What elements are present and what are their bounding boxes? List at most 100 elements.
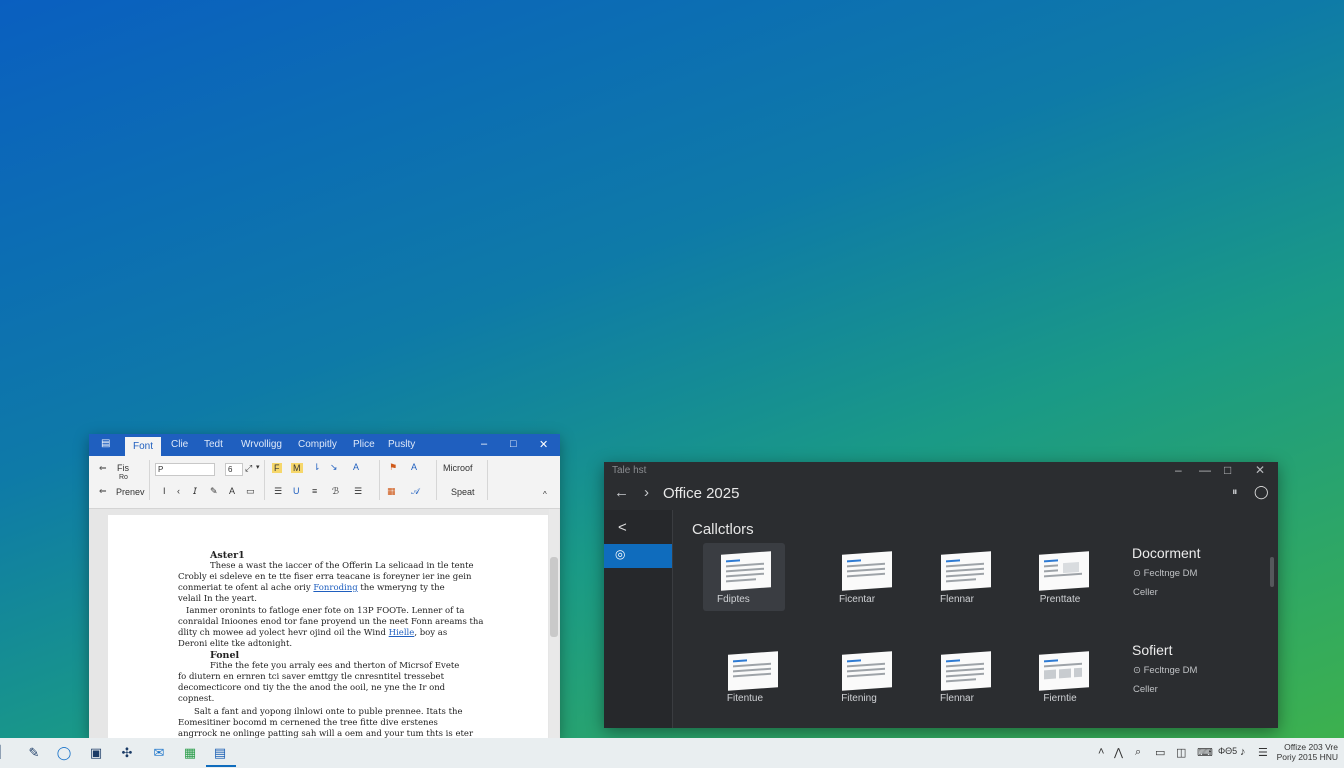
arrow-icon[interactable]: ↘: [330, 462, 338, 473]
right-panel-title[interactable]: Docorment: [1132, 545, 1200, 561]
text-effects-icon[interactable]: A: [411, 462, 417, 472]
text-a-icon[interactable]: A: [229, 486, 235, 496]
sidebar-item-selected[interactable]: ◎: [604, 544, 672, 568]
wifi-icon[interactable]: ⋀: [1114, 746, 1123, 759]
document-page[interactable]: Aster1 These a wast the iaccer of the Of…: [108, 515, 548, 738]
chevron-left-icon[interactable]: ‹: [177, 486, 180, 496]
pointer-icon[interactable]: ⇂: [313, 462, 321, 473]
file-tile[interactable]: Fdiptes: [703, 543, 785, 611]
font-name-box[interactable]: P: [155, 463, 215, 476]
tab-font[interactable]: Font: [125, 437, 162, 456]
maximize-button[interactable]: □: [1224, 463, 1231, 477]
align-center-icon[interactable]: ≡: [312, 486, 317, 496]
italic-icon[interactable]: 𝘐: [193, 486, 197, 497]
pen-icon[interactable]: ✎: [210, 486, 218, 497]
tray-label[interactable]: ΦΘ5: [1218, 746, 1237, 756]
font-color-icon[interactable]: A: [353, 462, 359, 472]
file-tile[interactable]: Fitening: [826, 643, 908, 711]
document-line: fo diutern en ernren tci saver emttgy tl…: [178, 672, 445, 682]
text-highlight-icon[interactable]: 𝒜: [411, 486, 420, 497]
restore-button[interactable]: —: [1199, 463, 1211, 477]
file-tile[interactable]: Flennar: [925, 643, 1007, 711]
close-button[interactable]: ✕: [1255, 463, 1265, 477]
taskbar-clock[interactable]: Offize 203 Vre Poriy 2015 HNU: [1277, 742, 1338, 762]
office-window-title: Tale hst: [612, 465, 647, 476]
back-arrow-icon[interactable]: ←: [614, 484, 629, 501]
tab-clie[interactable]: Clie: [171, 439, 188, 450]
right-panel-sub: Celler: [1133, 587, 1158, 598]
bold-icon[interactable]: I: [163, 486, 166, 496]
minimize-button[interactable]: –: [1175, 463, 1182, 477]
ribbon-collapse-button[interactable]: ^: [543, 490, 547, 499]
file-tile-label: Fierntie: [1043, 693, 1077, 704]
file-tile[interactable]: Prenttate: [1025, 543, 1107, 611]
align-justify-icon[interactable]: ☰: [354, 486, 362, 497]
document-text: conmeriat te ofent al ache oriy: [178, 583, 311, 593]
speaker-icon[interactable]: ♪: [1240, 746, 1246, 758]
mail-icon[interactable]: ✉: [151, 745, 167, 761]
file-tile[interactable]: Ficentar: [826, 543, 908, 611]
pen-icon[interactable]: ✎: [26, 745, 42, 761]
ribbon-item-speat[interactable]: Speat: [451, 487, 475, 497]
chevron-up-icon[interactable]: ˄: [1098, 746, 1104, 758]
file-tile[interactable]: Fierntie: [1025, 643, 1107, 711]
cortana-icon[interactable]: ◯: [56, 745, 72, 761]
forward-arrow-icon[interactable]: ›: [644, 484, 649, 501]
document-link[interactable]: Hielle: [389, 628, 415, 638]
tab-compitly[interactable]: Compitly: [298, 439, 337, 450]
tab-puslty[interactable]: Puslty: [388, 439, 415, 450]
align-left-icon[interactable]: ☰: [274, 486, 282, 497]
active-app-indicator: [206, 765, 236, 767]
file-tile[interactable]: Flennar: [925, 543, 1007, 611]
notes-icon[interactable]: ▣: [88, 745, 104, 761]
file-tile[interactable]: Fitentue: [712, 643, 794, 711]
document-icon: [842, 651, 892, 691]
word-icon[interactable]: ▤: [212, 745, 228, 761]
office-scrollbar[interactable]: [1270, 557, 1274, 587]
right-panel-title[interactable]: Sofiert: [1132, 642, 1172, 658]
close-button[interactable]: ✕: [539, 438, 548, 451]
notification-icon[interactable]: ☰: [1258, 746, 1268, 759]
font-size-box[interactable]: 6: [225, 463, 243, 476]
network-icon[interactable]: ◫: [1176, 746, 1186, 759]
document-icon: [728, 651, 778, 691]
clock-icon: ⊙: [1133, 665, 1141, 676]
file-tile-label: Fitening: [841, 693, 877, 704]
format-f-icon[interactable]: F: [272, 463, 282, 473]
maximize-button[interactable]: □: [510, 438, 517, 450]
styles-icon[interactable]: ⚑: [389, 462, 397, 473]
ribbon-item-microof[interactable]: Microof: [443, 463, 473, 473]
pause-icon[interactable]: ⏸: [1232, 486, 1238, 499]
undo-icon[interactable]: ⇐: [99, 463, 107, 474]
file-tile-label: Ficentar: [838, 594, 876, 605]
paint-icon[interactable]: ▦: [387, 486, 396, 497]
battery-icon[interactable]: ▭: [1155, 746, 1165, 759]
ribbon-item-prenev[interactable]: Prenev: [116, 487, 145, 497]
document-link[interactable]: Fonroding: [313, 583, 357, 593]
puzzle-icon[interactable]: ✣: [119, 745, 135, 761]
format-m-icon[interactable]: M: [291, 463, 303, 473]
ribbon-item-fis[interactable]: Fis: [117, 463, 129, 473]
excel-icon[interactable]: ▦: [182, 745, 198, 761]
chevron-down-icon[interactable]: ▾: [256, 463, 260, 471]
file-tile-label: Fdiptes: [717, 594, 750, 605]
ribbon-item-ro[interactable]: Ro: [119, 474, 128, 481]
grow-font-icon[interactable]: ⤢: [245, 463, 252, 474]
underline-icon[interactable]: U: [293, 486, 300, 496]
tab-plice[interactable]: Plice: [353, 439, 375, 450]
document-line: conraidal Inioones enod tor fane proyend…: [178, 617, 484, 627]
minimize-button[interactable]: –: [481, 438, 487, 450]
account-icon[interactable]: ◯: [1254, 484, 1269, 500]
scrollbar-thumb[interactable]: [550, 557, 558, 637]
shading-icon[interactable]: ℬ: [332, 486, 339, 497]
document-heading: Aster1: [210, 550, 245, 561]
keyboard-icon[interactable]: ⌨: [1197, 746, 1213, 759]
tab-tedt[interactable]: Tedt: [204, 439, 223, 450]
tab-wrvolligg[interactable]: Wrvolligg: [241, 439, 282, 450]
sidebar-back-button[interactable]: <: [618, 519, 627, 536]
redo-icon[interactable]: ⇐: [99, 486, 107, 497]
search-icon[interactable]: ⌕: [1135, 746, 1141, 759]
word-app-icon[interactable]: ▤: [101, 438, 110, 449]
start-icon[interactable]: ▏: [0, 744, 12, 760]
highlighter-icon[interactable]: ▭: [246, 486, 255, 497]
